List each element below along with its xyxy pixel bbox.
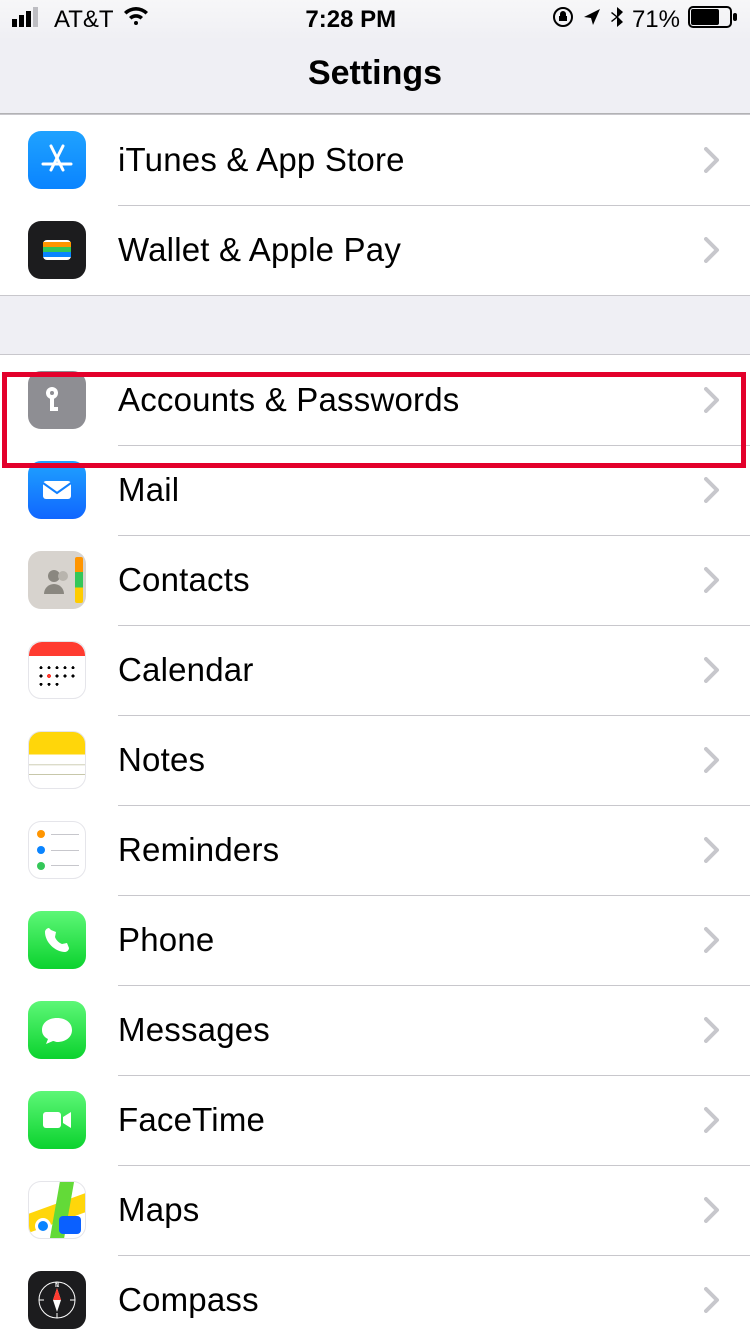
row-label: Accounts & Passwords [118, 381, 704, 419]
clock: 7:28 PM [305, 6, 396, 34]
facetime-icon [28, 1091, 86, 1149]
chevron-right-icon [704, 1197, 720, 1223]
wifi-icon [122, 6, 150, 34]
chevron-right-icon [704, 1107, 720, 1133]
wallet-icon [28, 221, 86, 279]
maps-icon [28, 1181, 86, 1239]
signal-strength-icon [12, 6, 46, 34]
row-label: Phone [118, 921, 704, 959]
row-label: Reminders [118, 831, 704, 869]
notes-icon [28, 731, 86, 789]
chevron-right-icon [704, 837, 720, 863]
carrier-label: AT&T [54, 6, 114, 34]
row-label: iTunes & App Store [118, 141, 704, 179]
status-bar: AT&T 7:28 PM 71% [0, 0, 750, 40]
chevron-right-icon [704, 927, 720, 953]
battery-icon [688, 6, 738, 35]
page-title: Settings [0, 54, 750, 93]
contacts-icon [28, 551, 86, 609]
row-label: Calendar [118, 651, 704, 689]
row-calendar[interactable]: Calendar [0, 625, 750, 715]
location-icon [582, 6, 602, 34]
phone-icon [28, 911, 86, 969]
row-compass[interactable]: N Compass [0, 1255, 750, 1334]
row-notes[interactable]: Notes [0, 715, 750, 805]
mail-icon [28, 461, 86, 519]
row-reminders[interactable]: Reminders [0, 805, 750, 895]
row-label: Compass [118, 1281, 704, 1319]
key-icon [28, 371, 86, 429]
calendar-icon [28, 641, 86, 699]
row-accounts-passwords[interactable]: Accounts & Passwords [0, 355, 750, 445]
row-label: Contacts [118, 561, 704, 599]
row-contacts[interactable]: Contacts [0, 535, 750, 625]
messages-icon [28, 1001, 86, 1059]
bluetooth-icon [610, 6, 624, 35]
row-label: Mail [118, 471, 704, 509]
settings-group-2: Accounts & Passwords Mail Contacts Calen… [0, 354, 750, 1334]
row-phone[interactable]: Phone [0, 895, 750, 985]
row-mail[interactable]: Mail [0, 445, 750, 535]
nav-header: Settings [0, 40, 750, 114]
row-label: Maps [118, 1191, 704, 1229]
orientation-lock-icon [552, 6, 574, 35]
chevron-right-icon [704, 657, 720, 683]
row-messages[interactable]: Messages [0, 985, 750, 1075]
row-label: Notes [118, 741, 704, 779]
row-label: FaceTime [118, 1101, 704, 1139]
chevron-right-icon [704, 1017, 720, 1043]
chevron-right-icon [704, 237, 720, 263]
chevron-right-icon [704, 477, 720, 503]
row-wallet-apple-pay[interactable]: Wallet & Apple Pay [0, 205, 750, 295]
battery-percent: 71% [632, 6, 680, 34]
row-maps[interactable]: Maps [0, 1165, 750, 1255]
chevron-right-icon [704, 147, 720, 173]
chevron-right-icon [704, 567, 720, 593]
row-itunes-app-store[interactable]: iTunes & App Store [0, 115, 750, 205]
row-facetime[interactable]: FaceTime [0, 1075, 750, 1165]
section-gap [0, 296, 750, 354]
settings-group-1: iTunes & App Store Wallet & Apple Pay [0, 114, 750, 296]
chevron-right-icon [704, 1287, 720, 1313]
chevron-right-icon [704, 747, 720, 773]
chevron-right-icon [704, 387, 720, 413]
row-label: Wallet & Apple Pay [118, 231, 704, 269]
reminders-icon [28, 821, 86, 879]
compass-icon: N [28, 1271, 86, 1329]
appstore-icon [28, 131, 86, 189]
row-label: Messages [118, 1011, 704, 1049]
svg-text:N: N [55, 1283, 59, 1289]
